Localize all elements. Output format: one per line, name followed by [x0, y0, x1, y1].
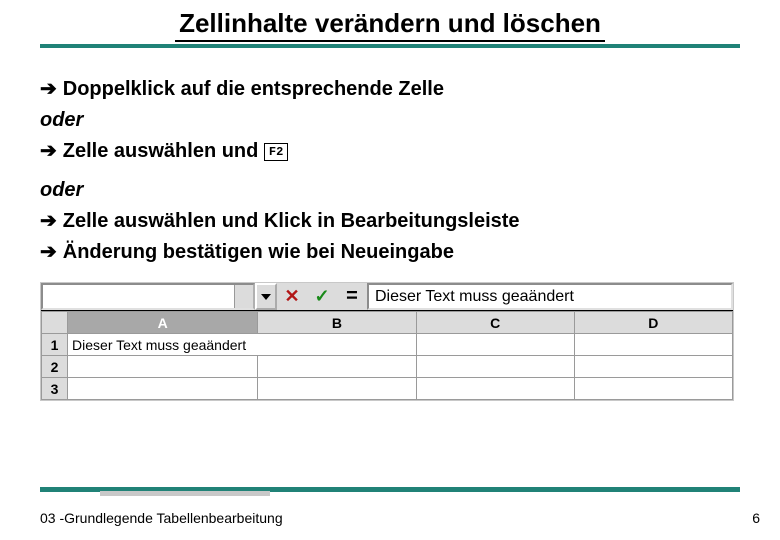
cell-a3[interactable] — [68, 378, 258, 400]
col-header-b[interactable]: B — [258, 312, 416, 334]
separator-oder-2: oder — [40, 175, 740, 206]
bullet-1-text: Doppelklick auf die entsprechende Zelle — [63, 78, 444, 100]
bullet-1: ➔ Doppelklick auf die entsprechende Zelle — [40, 74, 740, 105]
cell-c1[interactable] — [416, 334, 574, 356]
cell-a1-text: Dieser Text muss geaändert — [72, 337, 246, 353]
footer-rule — [40, 487, 740, 496]
enter-icon[interactable]: ✓ — [307, 283, 337, 310]
select-all-corner[interactable] — [42, 312, 68, 334]
spreadsheet-mock: ✕ ✓ = Dieser Text muss geaändert A B C D… — [40, 282, 734, 401]
cell-c3[interactable] — [416, 378, 574, 400]
cell-c2[interactable] — [416, 356, 574, 378]
page-number: 6 — [752, 510, 760, 526]
cell-b2[interactable] — [258, 356, 416, 378]
formula-bar: ✕ ✓ = Dieser Text muss geaändert — [41, 283, 733, 311]
name-box[interactable] — [41, 283, 255, 310]
cell-a2[interactable] — [68, 356, 258, 378]
page-title: Zellinhalte verändern und löschen — [175, 8, 605, 42]
arrow-icon: ➔ — [40, 140, 57, 162]
cell-d3[interactable] — [574, 378, 732, 400]
grid: A B C D 1 Dieser Text muss geaändert 2 — [41, 311, 733, 400]
formula-input[interactable]: Dieser Text muss geaändert — [367, 283, 733, 310]
chevron-down-icon — [261, 294, 271, 300]
col-header-a[interactable]: A — [68, 312, 258, 334]
bullet-2-text: Zelle auswählen und — [63, 140, 264, 162]
arrow-icon: ➔ — [40, 241, 57, 263]
arrow-icon: ➔ — [40, 78, 57, 100]
row-header-3[interactable]: 3 — [42, 378, 68, 400]
key-f2: F2 — [264, 143, 288, 161]
bullet-4: ➔ Änderung bestätigen wie bei Neueingabe — [40, 237, 740, 268]
row-header-1[interactable]: 1 — [42, 334, 68, 356]
cancel-icon[interactable]: ✕ — [277, 283, 307, 310]
equals-icon[interactable]: = — [337, 283, 367, 310]
bullet-3-text: Zelle auswählen und Klick in Bearbeitung… — [63, 210, 520, 232]
formula-input-text: Dieser Text muss geaändert — [375, 288, 574, 306]
cell-a1[interactable]: Dieser Text muss geaändert — [68, 334, 416, 356]
row-header-2[interactable]: 2 — [42, 356, 68, 378]
namebox-dropdown-button[interactable] — [255, 283, 277, 310]
col-header-d[interactable]: D — [574, 312, 732, 334]
bullet-2: ➔ Zelle auswählen und F2 — [40, 136, 740, 167]
bullet-3: ➔ Zelle auswählen und Klick in Bearbeitun… — [40, 206, 740, 237]
arrow-icon: ➔ — [40, 210, 57, 232]
cell-d2[interactable] — [574, 356, 732, 378]
separator-oder-1: oder — [40, 105, 740, 136]
footer-left: 03 -Grundlegende Tabellenbearbeitung — [40, 510, 283, 526]
cell-b3[interactable] — [258, 378, 416, 400]
bullet-4-text: Änderung bestätigen wie bei Neueingabe — [63, 241, 454, 263]
content-block: ➔ Doppelklick auf die entsprechende Zelle… — [40, 74, 740, 401]
col-header-c[interactable]: C — [416, 312, 574, 334]
cell-d1[interactable] — [574, 334, 732, 356]
title-rule — [40, 44, 740, 48]
